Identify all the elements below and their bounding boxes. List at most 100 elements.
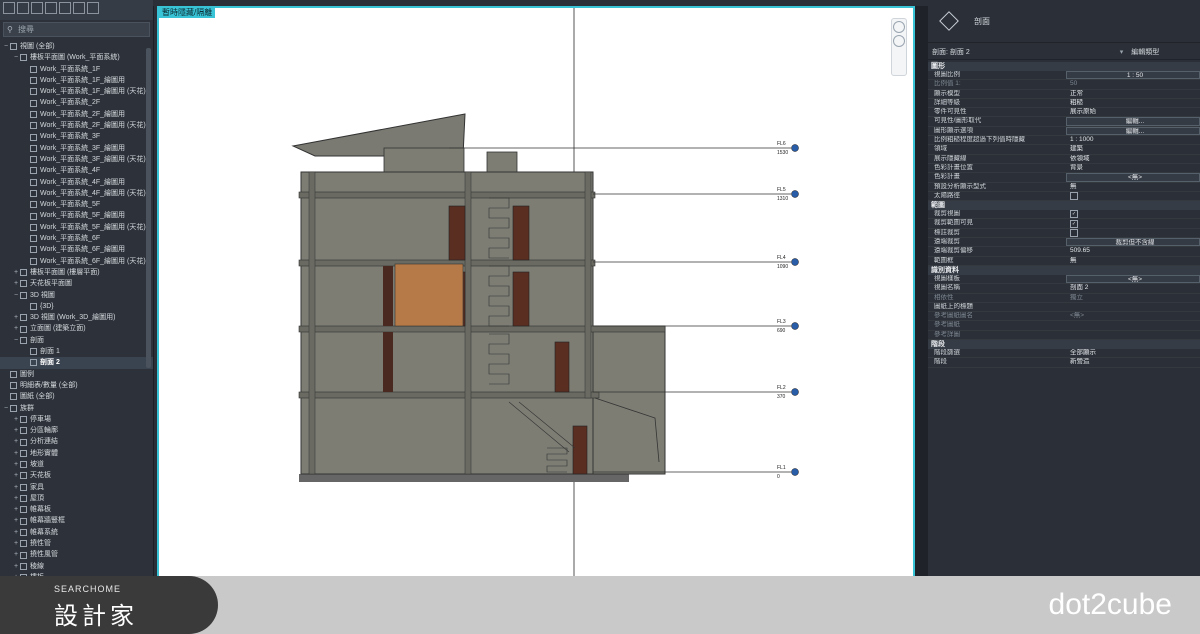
property-button[interactable]: <無> <box>1066 173 1200 182</box>
expand-toggle-icon[interactable]: + <box>12 504 20 515</box>
property-button[interactable]: 編輯... <box>1066 117 1200 126</box>
checkbox-icon[interactable] <box>1070 228 1078 237</box>
browser-tree-item[interactable]: 明細表/數量 (全部) <box>0 380 153 391</box>
browser-tree-item[interactable]: + 樓板平面圖 (樓層平面) <box>0 267 153 278</box>
browser-tree-item[interactable]: − 剖面 <box>0 335 153 346</box>
browser-tree-item[interactable]: + 天花板平面圖 <box>0 278 153 289</box>
expand-toggle-icon[interactable]: + <box>12 278 20 289</box>
navigation-bar[interactable] <box>891 18 907 76</box>
expand-toggle-icon[interactable]: + <box>12 323 20 334</box>
browser-tree-item[interactable]: + 帷幕板 <box>0 504 153 515</box>
browser-tree-item[interactable]: 圖紙 (全部) <box>0 391 153 402</box>
sheet-icon[interactable] <box>45 2 57 14</box>
checkbox-icon[interactable]: ✓ <box>1070 219 1078 228</box>
section-view-canvas[interactable]: FL6 1530 FL5 1310 FL4 1090 FL3 690 FL2 370 FL1 0 暫時… <box>157 6 915 578</box>
expand-toggle-icon[interactable]: + <box>12 538 20 549</box>
browser-tree-item[interactable]: Work_平面系統_3F <box>0 131 153 142</box>
expand-toggle-icon[interactable]: + <box>12 267 20 278</box>
browser-tree-item[interactable]: + 撓性管 <box>0 538 153 549</box>
browser-tree-item[interactable]: − 視圖 (全部) <box>0 41 153 52</box>
expand-toggle-icon[interactable]: + <box>12 493 20 504</box>
browser-tree-item[interactable]: + 帷幕牆豎框 <box>0 515 153 526</box>
property-value[interactable]: 正常 <box>1066 90 1200 98</box>
instance-selector[interactable]: 剖面: 剖面 2 ▾ 編輯類型 <box>928 45 1200 60</box>
expand-toggle-icon[interactable]: + <box>12 312 20 323</box>
expand-toggle-icon[interactable]: − <box>2 403 10 414</box>
property-button[interactable]: 裁剪但不含線 <box>1066 238 1200 247</box>
browser-tree-item[interactable]: Work_平面系統_6F_繪圖用 <box>0 244 153 255</box>
browser-tree-item[interactable]: Work_平面系統_6F_繪圖用 (天花) <box>0 256 153 267</box>
property-value[interactable]: 背景 <box>1066 164 1200 172</box>
browser-tree-item[interactable]: Work_平面系統_4F <box>0 165 153 176</box>
browser-tree-item[interactable]: Work_平面系統_4F_繪圖用 <box>0 177 153 188</box>
browser-tree-item[interactable]: − 3D 視圖 <box>0 290 153 301</box>
property-checkbox[interactable] <box>1066 228 1200 237</box>
browser-tree-item[interactable]: + 分析連結 <box>0 436 153 447</box>
group-icon[interactable] <box>73 2 85 14</box>
property-button[interactable]: 1 : 50 <box>1066 71 1200 80</box>
edit-type-button[interactable]: 編輯類型 <box>1131 47 1159 57</box>
checkbox-icon[interactable] <box>1070 192 1078 200</box>
property-group-header[interactable]: 階段 <box>928 340 1200 350</box>
family-icon[interactable] <box>59 2 71 14</box>
browser-tree-item[interactable]: Work_平面系統_4F_繪圖用 (天花) <box>0 188 153 199</box>
property-value[interactable]: 無 <box>1066 257 1200 265</box>
canvas-scrollbar[interactable] <box>915 6 928 578</box>
property-button[interactable]: 編輯... <box>1066 126 1200 136</box>
expand-toggle-icon[interactable]: + <box>12 470 20 481</box>
steering-wheel-icon[interactable] <box>893 21 905 33</box>
expand-toggle-icon[interactable]: + <box>12 527 20 538</box>
browser-tree-item[interactable]: Work_平面系統_5F_繪圖用 <box>0 210 153 221</box>
browser-tree-item[interactable]: + 撓性風管 <box>0 549 153 560</box>
browser-tree-item[interactable]: + 家具 <box>0 482 153 493</box>
expand-toggle-icon[interactable]: − <box>12 335 20 346</box>
link-icon[interactable] <box>87 2 99 14</box>
browser-tree-item[interactable]: Work_平面系統_1F_繪圖用 <box>0 75 153 86</box>
browser-tree-item[interactable]: 剖面 2 <box>0 357 153 369</box>
browser-tree-item[interactable]: Work_平面系統_5F_繪圖用 (天花) <box>0 222 153 233</box>
property-group-header[interactable]: 範圍 <box>928 201 1200 211</box>
browser-tree-item[interactable]: 剖面 1 <box>0 346 153 357</box>
checkbox-icon[interactable]: ✓ <box>1070 210 1078 219</box>
property-button[interactable]: <無> <box>1066 274 1200 284</box>
browser-tree-item[interactable]: + 停車場 <box>0 414 153 425</box>
property-value[interactable]: 全部顯示 <box>1066 349 1200 357</box>
property-value[interactable]: 剖面 2 <box>1066 284 1200 292</box>
expand-toggle-icon[interactable]: + <box>12 414 20 425</box>
view-icon[interactable] <box>3 2 15 14</box>
browser-tree-item[interactable]: Work_平面系統_2F_繪圖用 <box>0 109 153 120</box>
browser-tree-item[interactable]: + 天花板 <box>0 470 153 481</box>
browser-tree-item[interactable]: Work_平面系統_1F <box>0 64 153 75</box>
property-value[interactable]: 無 <box>1066 183 1200 191</box>
expand-toggle-icon[interactable]: + <box>12 515 20 526</box>
property-value[interactable]: 展示原始 <box>1066 108 1200 116</box>
browser-search-input[interactable]: ⚲ 搜尋 <box>3 22 150 37</box>
browser-tree-item[interactable]: + 分區輪廓 <box>0 425 153 436</box>
browser-tree-item[interactable]: + 帷幕系統 <box>0 527 153 538</box>
expand-toggle-icon[interactable]: − <box>2 41 10 52</box>
table-icon[interactable] <box>31 2 43 14</box>
expand-toggle-icon[interactable]: + <box>12 459 20 470</box>
property-group-header[interactable]: 識別資料 <box>928 265 1200 275</box>
browser-tree-item[interactable]: Work_平面系統_2F <box>0 97 153 108</box>
property-value[interactable]: 粗糙 <box>1066 99 1200 107</box>
expand-toggle-icon[interactable]: − <box>12 52 20 63</box>
browser-tree-item[interactable]: Work_平面系統_6F <box>0 233 153 244</box>
expand-toggle-icon[interactable]: + <box>12 482 20 493</box>
property-value[interactable]: 建築 <box>1066 145 1200 153</box>
expand-toggle-icon[interactable]: + <box>12 436 20 447</box>
property-value[interactable]: 509.65 <box>1066 247 1200 255</box>
expand-toggle-icon[interactable]: + <box>12 561 20 572</box>
browser-tree-item[interactable]: Work_平面系統_2F_繪圖用 (天花) <box>0 120 153 131</box>
browser-tree-item[interactable]: + 屋頂 <box>0 493 153 504</box>
browser-tree-item[interactable]: Work_平面系統_5F <box>0 199 153 210</box>
browser-tree-item[interactable]: + 立面圖 (建築立面) <box>0 323 153 334</box>
browser-tree-item[interactable]: + 坡道 <box>0 459 153 470</box>
property-group-header[interactable]: 圖形 <box>928 62 1200 71</box>
browser-tree-item[interactable]: Work_平面系統_3F_繪圖用 <box>0 143 153 154</box>
property-checkbox[interactable]: ✓ <box>1066 210 1200 219</box>
browser-scrollbar[interactable] <box>146 48 151 368</box>
expand-toggle-icon[interactable]: + <box>12 425 20 436</box>
browser-tree-item[interactable]: − 族群 <box>0 403 153 414</box>
browser-tree-item[interactable]: + 稜線 <box>0 561 153 572</box>
